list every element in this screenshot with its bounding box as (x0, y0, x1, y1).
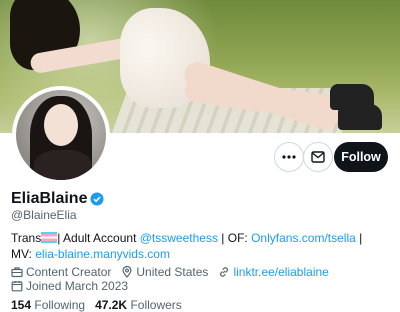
verified-badge-icon (90, 192, 104, 206)
bio-manyvids-link[interactable]: elia-blaine.manyvids.com (35, 247, 170, 261)
more-icon (282, 155, 296, 159)
display-name-row: EliaBlaine (11, 190, 104, 208)
followers-count: 47.2K (95, 298, 128, 312)
bio-onlyfans-link[interactable]: Onlyfans.com/tsella (251, 231, 356, 245)
following-stat[interactable]: 154 Following (11, 298, 85, 312)
message-icon (311, 151, 325, 163)
more-button[interactable] (274, 142, 304, 172)
website-link[interactable]: linktr.ee/eliablaine (233, 265, 328, 279)
avatar-body (34, 150, 92, 180)
category-label: Content Creator (26, 265, 112, 279)
user-handle: @BlaineElia (11, 208, 77, 222)
link-icon (220, 267, 229, 277)
meta-location: United States (121, 265, 208, 279)
calendar-icon (11, 281, 23, 292)
bio-text: | OF: (217, 231, 252, 245)
avatar[interactable] (12, 86, 110, 184)
message-button[interactable] (303, 142, 333, 172)
trans-flag-icon (41, 232, 58, 243)
following-count: 154 (11, 298, 32, 312)
meta-website[interactable]: linktr.ee/eliablaine (218, 265, 329, 279)
bio-prefix: Trans (11, 231, 42, 245)
follow-stats: 154 Following 47.2K Followers (11, 298, 182, 312)
followers-label: Followers (130, 298, 182, 312)
location-pin-icon (122, 266, 132, 278)
bio-text: | Adult Account (57, 231, 140, 245)
display-name: EliaBlaine (11, 190, 88, 207)
banner-shoe (338, 104, 382, 130)
bio-mention-link[interactable]: @tssweethess (140, 231, 218, 245)
follow-button[interactable]: Follow (334, 142, 388, 172)
profile-meta: Content Creator United States linktr.ee/… (11, 265, 339, 279)
meta-joined: Joined March 2023 (11, 279, 128, 293)
briefcase-icon (11, 267, 23, 278)
profile-joined: Joined March 2023 (11, 279, 138, 293)
avatar-face (44, 104, 78, 146)
meta-category: Content Creator (11, 265, 111, 279)
location-label: United States (136, 265, 209, 279)
bio: Trans | Adult Account @tssweethess | OF: … (11, 230, 386, 262)
following-label: Following (34, 298, 86, 312)
followers-stat[interactable]: 47.2K Followers (95, 298, 182, 312)
joined-label: Joined March 2023 (26, 279, 129, 293)
